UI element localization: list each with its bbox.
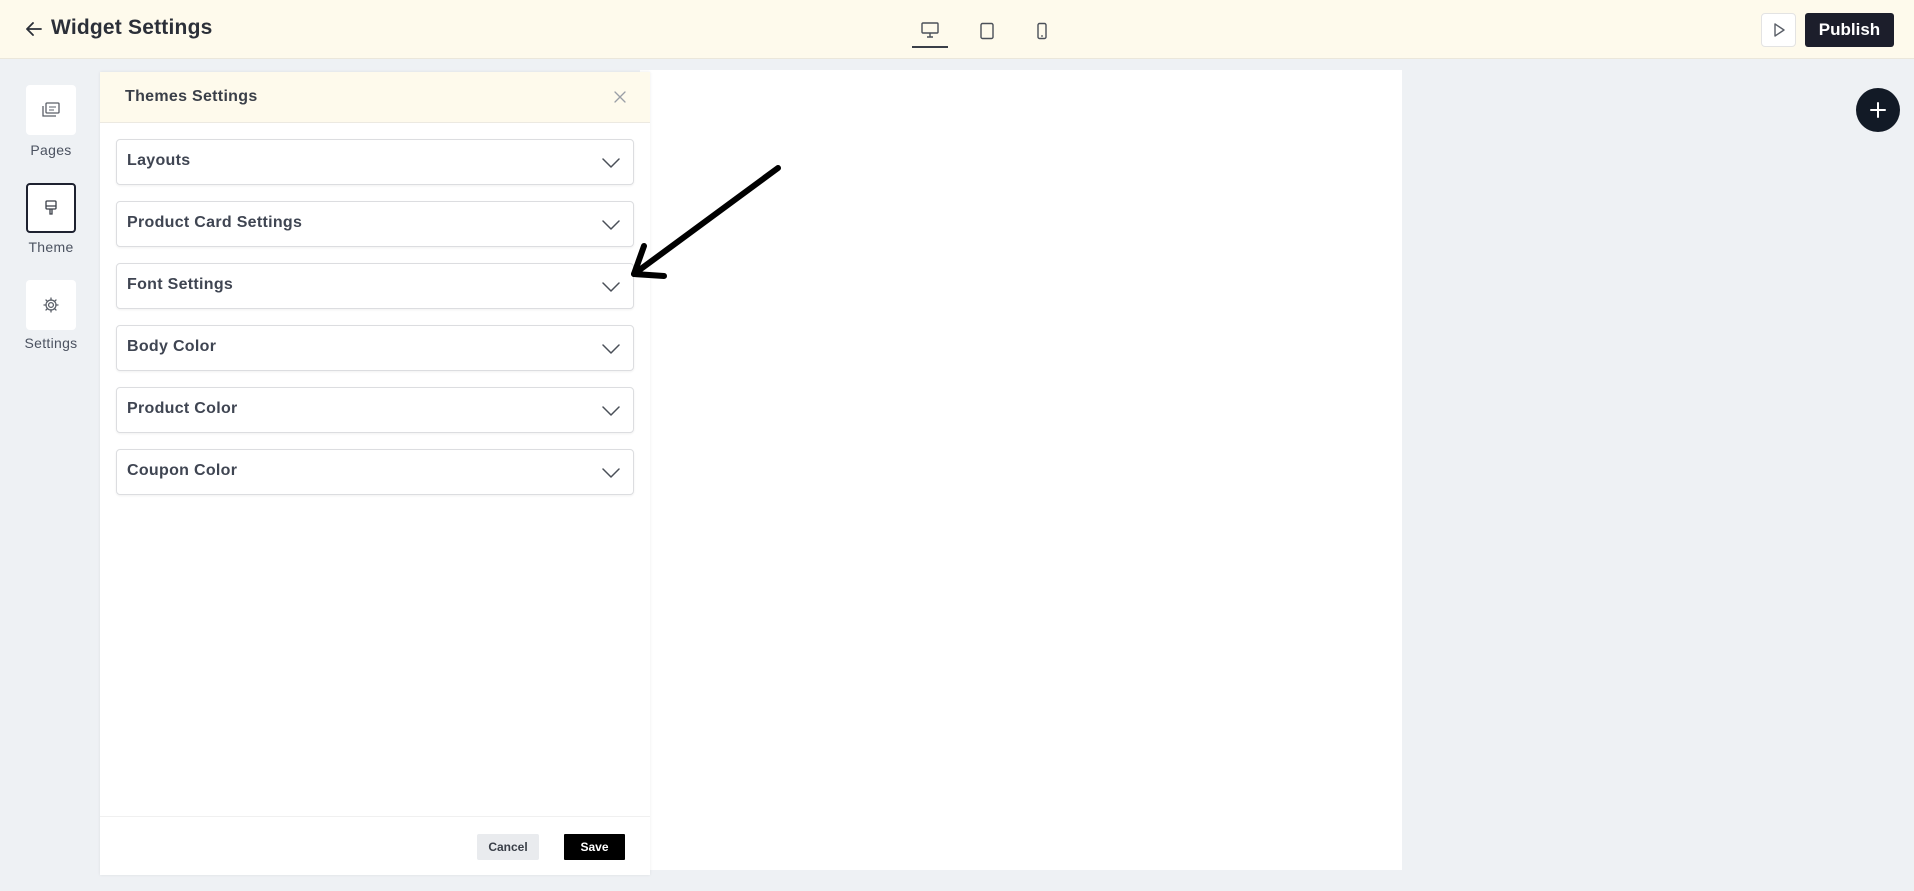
- panel-title: Themes Settings: [125, 88, 258, 105]
- add-button[interactable]: [1856, 88, 1900, 132]
- accordion-label: Product Color: [127, 400, 238, 417]
- sidebar-item-settings[interactable]: [26, 280, 76, 330]
- device-desktop-button[interactable]: [912, 14, 948, 48]
- sidebar-item-label: Settings: [24, 335, 78, 351]
- page-title: Widget Settings: [51, 16, 213, 39]
- device-mobile-button[interactable]: [1024, 14, 1060, 48]
- chevron-down-icon: [602, 280, 620, 294]
- close-icon: [614, 91, 626, 103]
- mobile-icon: [1037, 22, 1047, 40]
- sidebar-item-theme[interactable]: [26, 183, 76, 233]
- sidebar-item-pages[interactable]: [26, 85, 76, 135]
- accordion-label: Product Card Settings: [127, 214, 303, 231]
- accordion-body-color[interactable]: Body Color: [116, 325, 634, 371]
- device-tablet-button[interactable]: [969, 14, 1005, 48]
- pages-icon: [42, 102, 60, 117]
- sidebar-item-label: Pages: [30, 142, 72, 158]
- sidebar-item-label: Theme: [28, 239, 74, 255]
- plus-icon: [1870, 102, 1886, 118]
- preview-button[interactable]: [1761, 13, 1796, 47]
- arrow-left-icon: [26, 22, 42, 36]
- monitor-icon: [921, 22, 939, 38]
- back-button[interactable]: [24, 17, 44, 41]
- gear-icon: [43, 297, 59, 313]
- panel-header: Themes Settings: [100, 72, 650, 123]
- save-button[interactable]: Save: [564, 834, 625, 860]
- publish-button[interactable]: Publish: [1805, 13, 1894, 47]
- accordion-layouts[interactable]: Layouts: [116, 139, 634, 185]
- chevron-down-icon: [602, 156, 620, 170]
- accordion-label: Layouts: [127, 152, 191, 169]
- cancel-button[interactable]: Cancel: [477, 834, 539, 860]
- chevron-down-icon: [602, 404, 620, 418]
- accordion-font-settings[interactable]: Font Settings: [116, 263, 634, 309]
- accordion-label: Font Settings: [127, 276, 234, 293]
- accordion-label: Coupon Color: [127, 462, 238, 479]
- chevron-down-icon: [602, 466, 620, 480]
- accordion-product-card-settings[interactable]: Product Card Settings: [116, 201, 634, 247]
- annotation-arrow-icon: [631, 165, 781, 279]
- tablet-icon: [980, 22, 994, 40]
- chevron-down-icon: [602, 342, 620, 356]
- accordion-coupon-color[interactable]: Coupon Color: [116, 449, 634, 495]
- top-bar: Widget Settings Publish: [0, 0, 1914, 59]
- accordion-product-color[interactable]: Product Color: [116, 387, 634, 433]
- play-icon: [1773, 23, 1785, 37]
- chevron-down-icon: [602, 218, 620, 232]
- paint-brush-icon: [45, 200, 57, 215]
- panel-close-button[interactable]: [610, 87, 630, 107]
- panel-footer: Cancel Save: [100, 816, 650, 875]
- themes-settings-panel: Themes Settings Layouts Product Card Set…: [100, 72, 650, 875]
- accordion-label: Body Color: [127, 338, 217, 355]
